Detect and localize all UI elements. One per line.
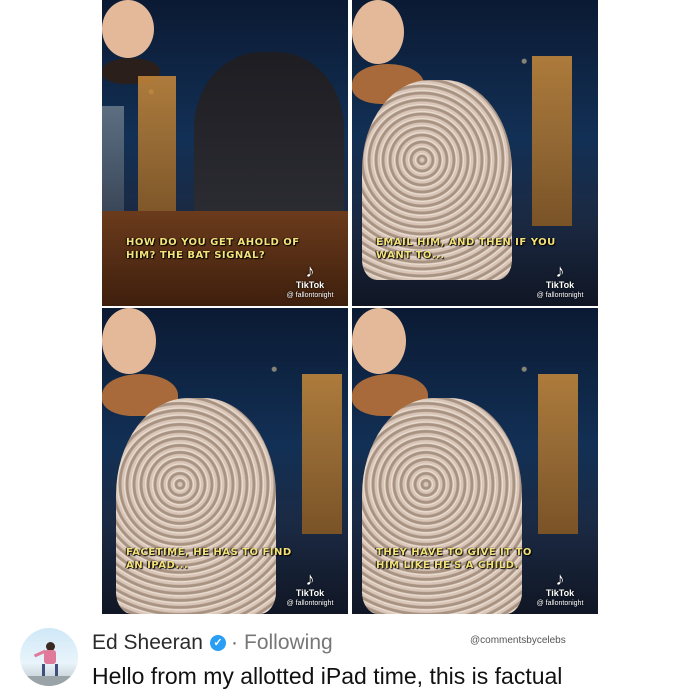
caption: EMAIL HIM, AND THEN IF YOU WANT TO... (376, 236, 588, 262)
video-stills-grid: HOW DO YOU GET AHOLD OF HIM? THE BAT SIG… (102, 0, 598, 614)
tiktok-watermark: ♪ TikTok @ fallontonight (278, 262, 342, 300)
tiktok-icon: ♪ (555, 569, 565, 589)
video-still-2: EMAIL HIM, AND THEN IF YOU WANT TO... ♪ … (352, 0, 598, 306)
avatar[interactable] (20, 628, 78, 686)
comment-text: Hello from my allotted iPad time, this i… (92, 663, 563, 689)
tiktok-icon: ♪ (305, 261, 315, 281)
building-shape (538, 374, 578, 534)
tiktok-handle: @ fallontonight (536, 292, 584, 299)
following-button[interactable]: Following (244, 630, 333, 656)
avatar-ground (20, 676, 78, 686)
guest-head (352, 0, 404, 64)
tiktok-icon: ♪ (305, 569, 315, 589)
guest-head (352, 308, 406, 374)
tiktok-watermark: ♪ TikTok @ fallontonight (278, 570, 342, 608)
tiktok-handle: @ fallontonight (286, 292, 334, 299)
tiktok-watermark: ♪ TikTok @ fallontonight (528, 570, 592, 608)
host-head (102, 0, 154, 58)
caption-line: HOW DO YOU GET AHOLD OF (126, 237, 300, 248)
tiktok-icon: ♪ (555, 261, 565, 281)
comment-card: Ed Sheeran ✓ · Following @commentsbycele… (0, 618, 700, 700)
avatar-figure-legs (42, 664, 58, 676)
tiktok-name: TikTok (545, 280, 575, 290)
guest-figure (116, 398, 276, 614)
tiktok-handle: @ fallontonight (536, 600, 584, 607)
video-still-1: HOW DO YOU GET AHOLD OF HIM? THE BAT SIG… (102, 0, 348, 306)
tiktok-name: TikTok (295, 280, 325, 290)
video-still-4: THEY HAVE TO GIVE IT TO HIM LIKE HE'S A … (352, 308, 598, 614)
building-shape (102, 106, 124, 226)
host-figure (194, 52, 344, 222)
tiktok-watermark: ♪ TikTok @ fallontonight (528, 262, 592, 300)
building-shape (138, 76, 176, 226)
verified-badge-icon: ✓ (210, 635, 226, 651)
building-shape (302, 374, 342, 534)
avatar-figure-body (44, 650, 56, 664)
tiktok-handle: @ fallontonight (286, 600, 334, 607)
building-shape (532, 56, 572, 226)
username-link[interactable]: Ed Sheeran (92, 630, 203, 656)
tiktok-name: TikTok (545, 588, 575, 598)
guest-head (102, 308, 156, 374)
post-screenshot: HOW DO YOU GET AHOLD OF HIM? THE BAT SIG… (0, 0, 700, 700)
tiktok-name: TikTok (295, 588, 325, 598)
caption-line: EMAIL HIM, AND THEN IF YOU (376, 237, 556, 248)
source-credit: @commentsbycelebs (470, 635, 566, 646)
caption: HOW DO YOU GET AHOLD OF HIM? THE BAT SIG… (126, 236, 338, 262)
caption-line: THEY HAVE TO GIVE IT TO (376, 547, 532, 558)
caption-line: FACETIME, HE HAS TO FIND (126, 547, 292, 558)
separator-dot: · (231, 631, 238, 654)
guest-figure (362, 398, 522, 614)
video-still-3: FACETIME, HE HAS TO FIND AN IPAD... ♪ Ti… (102, 308, 348, 614)
